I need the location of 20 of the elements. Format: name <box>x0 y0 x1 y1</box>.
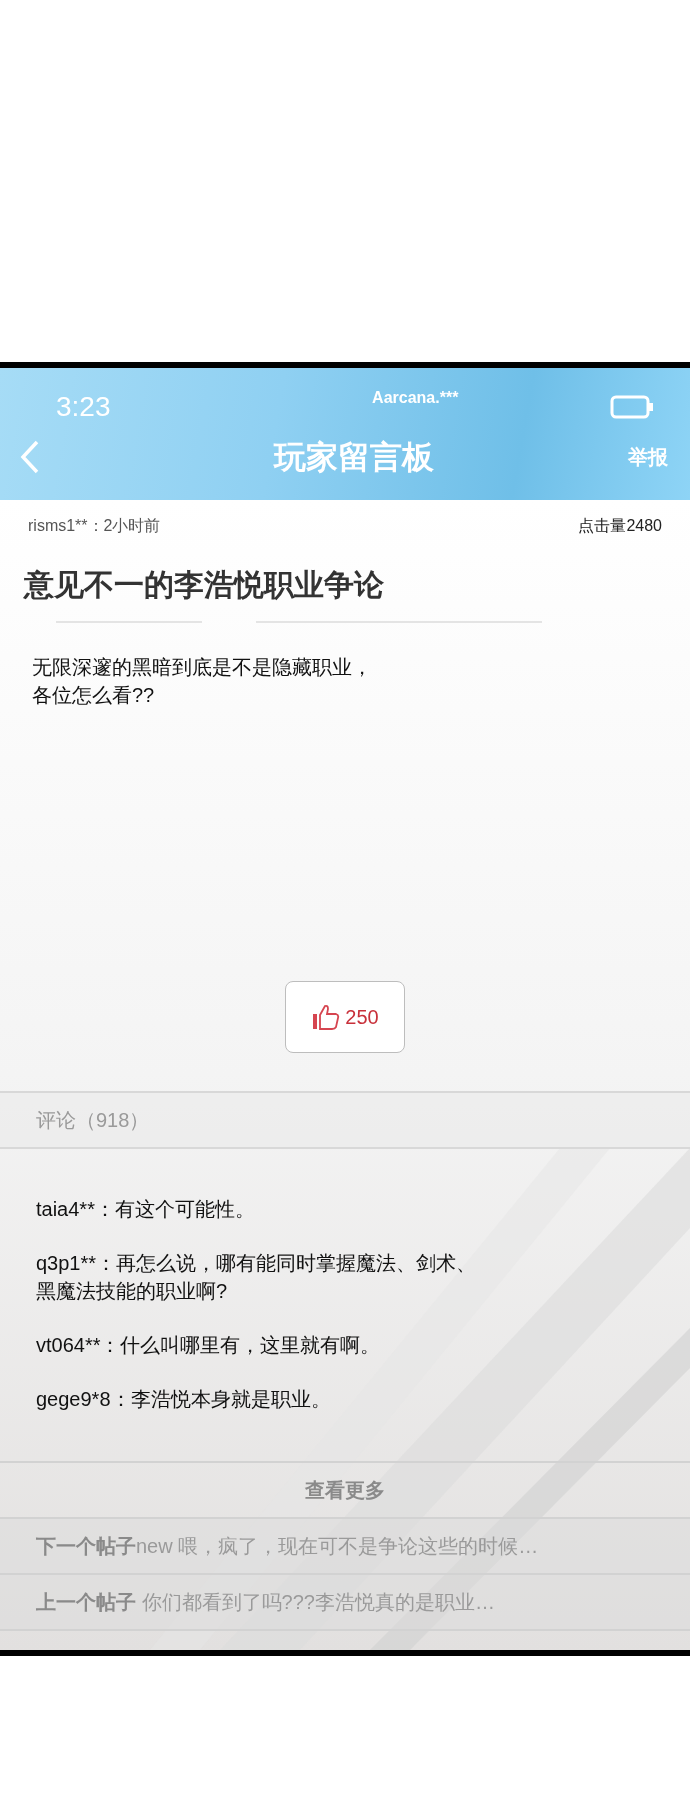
post-title: 意见不一的李浩悦职业争论 <box>22 567 385 603</box>
carrier-name: Aarcana.*** <box>372 388 459 408</box>
page-title: 玩家留言板 <box>274 438 434 477</box>
view-more-button[interactable]: 查看更多 <box>0 1463 690 1519</box>
status-time: 3:23 <box>56 390 111 424</box>
author-time: risms1**：2小时前 <box>28 516 161 536</box>
adjacent-post-link[interactable]: 上一个帖子 你们都看到了吗???李浩悦真的是职业… <box>0 1575 690 1631</box>
back-icon[interactable] <box>20 440 40 474</box>
report-button[interactable]: 举报 <box>628 442 668 472</box>
like-button[interactable]: 250 <box>285 981 405 1053</box>
view-count: 点击量2480 <box>578 516 662 536</box>
adjacent-post-link[interactable]: 下一个帖子new 喂，疯了，现在可不是争论这些的时候… <box>0 1519 690 1575</box>
comment-text: vt064**：什么叫哪里有，这里就有啊。 <box>36 1333 382 1358</box>
comment-text: gege9*8：李浩悦本身就是职业。 <box>36 1387 332 1412</box>
comments-header: 评论（918） <box>36 1108 150 1133</box>
comment-text: taia4**：有这个可能性。 <box>36 1197 256 1222</box>
thumbs-up-icon <box>311 1002 342 1032</box>
post-body: 无限深邃的黑暗到底是不是隐藏职业， 各位怎么看?? <box>31 655 373 708</box>
comment-text: q3p1**：再怎么说，哪有能同时掌握魔法、剑术、黑魔法技能的职业啊? <box>36 1251 478 1304</box>
battery-icon <box>610 395 654 419</box>
